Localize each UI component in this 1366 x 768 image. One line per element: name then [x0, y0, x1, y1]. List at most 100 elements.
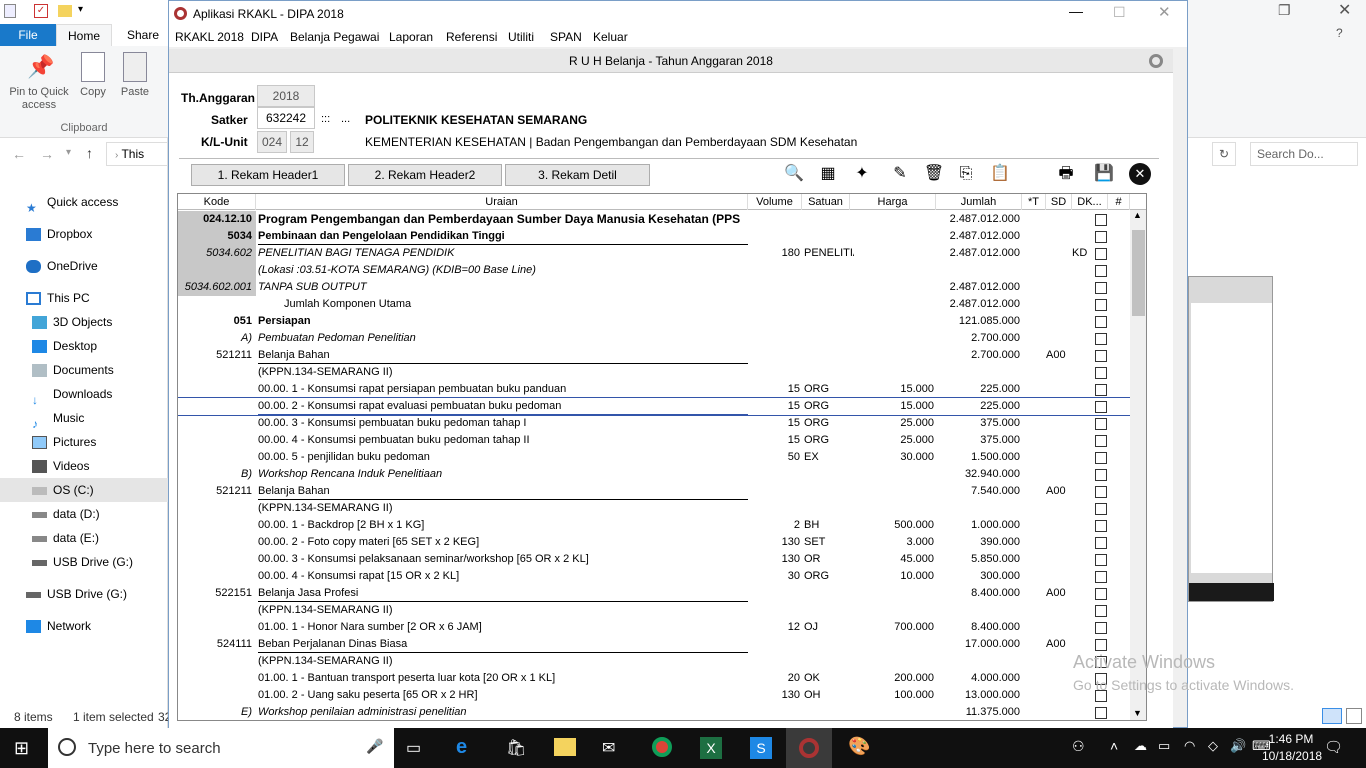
minimize-icon[interactable]: —	[1069, 3, 1083, 19]
nav-item-videos[interactable]: Videos	[0, 454, 168, 478]
row-checkbox[interactable]	[1095, 537, 1107, 549]
details-view-icon[interactable]	[1322, 708, 1342, 724]
start-windows-icon[interactable]: ⊞	[14, 738, 29, 759]
table-row[interactable]: 01.00. 1 - Honor Nara sumber [2 OR x 6 J…	[178, 619, 1144, 636]
row-checkbox[interactable]	[1095, 367, 1107, 379]
col-harga[interactable]: Harga	[850, 194, 936, 210]
row-checkbox[interactable]	[1095, 486, 1107, 498]
recent-dropdown-icon[interactable]: ▾	[66, 147, 71, 158]
row-checkbox[interactable]	[1095, 435, 1107, 447]
table-row[interactable]: E) Workshop penilaian administrasi peneli…	[178, 704, 1144, 720]
nav-item-usb-g[interactable]: USB Drive (G:)	[0, 550, 168, 574]
form-close-icon[interactable]	[1149, 54, 1163, 68]
rekam-detil-button[interactable]: 3. Rekam Detil	[505, 164, 650, 186]
checkmark-icon[interactable]: ✓	[34, 4, 48, 18]
satker-field[interactable]: 632242	[257, 107, 315, 129]
menu-referensi[interactable]: Referensi	[446, 27, 497, 47]
menu-belanja-pegawai[interactable]: Belanja Pegawai	[290, 27, 379, 47]
tab-share[interactable]: Share	[118, 24, 168, 46]
search-input[interactable]: Search Do...	[1250, 142, 1358, 166]
skype-icon[interactable]: S	[750, 737, 772, 759]
menu-laporan[interactable]: Laporan	[389, 27, 433, 47]
paste-button[interactable]: Paste	[118, 52, 152, 99]
edge-icon[interactable]: e	[456, 736, 467, 759]
th-anggaran-field[interactable]: 2018	[257, 85, 315, 107]
rkakl-taskbar-button[interactable]	[786, 728, 832, 768]
menu-rkakl-2018[interactable]: RKAKL 2018	[175, 27, 244, 47]
row-checkbox[interactable]	[1095, 384, 1107, 396]
nav-item-desktop[interactable]: Desktop	[0, 334, 168, 358]
table-row[interactable]: 522151Belanja Jasa Profesi8.400.000A0023	[178, 585, 1144, 602]
scrollbar-thumb[interactable]	[1132, 230, 1145, 316]
tab-file[interactable]: File	[0, 24, 56, 46]
rekam-header1-button[interactable]: 1. Rekam Header1	[191, 164, 345, 186]
clock-time[interactable]: 1:46 PM	[1262, 732, 1320, 746]
table-row[interactable]: 5034 Pembinaan dan Pengelolaan Pendidikan…	[178, 228, 1144, 245]
row-checkbox[interactable]	[1095, 299, 1107, 311]
table-row[interactable]: (KPPN.134-SEMARANG II)27	[178, 653, 1144, 670]
table-row[interactable]: (Lokasi :03.51-KOTA SEMARANG) (KDIB=00 B…	[178, 262, 1144, 279]
nav-item-music[interactable]: ♪ Music	[0, 406, 168, 431]
address-input[interactable]: › This	[106, 142, 168, 166]
table-row[interactable]: 00.00. 4 - Konsumsi pembuatan buku pedom…	[178, 432, 1144, 449]
row-checkbox[interactable]	[1095, 452, 1107, 464]
magic-wand-icon[interactable]: ✦	[851, 163, 873, 185]
maximize-icon[interactable]: ☐	[1113, 4, 1126, 21]
wifi-icon[interactable]: ◠	[1184, 738, 1195, 754]
people-icon[interactable]: ⚇	[1072, 738, 1085, 755]
taskbar-search-box[interactable]: Type here to search 🎤	[48, 728, 394, 768]
cloud-sync-icon[interactable]: ☁	[1134, 738, 1147, 754]
nav-item-network[interactable]: Network	[0, 614, 168, 638]
row-checkbox[interactable]	[1095, 639, 1107, 651]
col-volume[interactable]: Volume	[748, 194, 802, 210]
col-uraian[interactable]: Uraian	[256, 194, 748, 210]
row-checkbox[interactable]	[1095, 622, 1107, 634]
menu-keluar[interactable]: Keluar	[593, 27, 628, 47]
nav-item-usb-g-root[interactable]: USB Drive (G:)	[0, 582, 168, 606]
row-checkbox[interactable]	[1095, 350, 1107, 362]
rekam-header2-button[interactable]: 2. Rekam Header2	[348, 164, 502, 186]
row-checkbox[interactable]	[1095, 520, 1107, 532]
table-row[interactable]: 00.00. 1 - Backdrop [2 BH x 1 KG] 2 BH 500.…	[178, 517, 1144, 534]
nav-item-downloads[interactable]: ↓ Downloads	[0, 382, 168, 407]
paste-icon[interactable]: 📋	[989, 163, 1011, 185]
table-row[interactable]: 00.00. 1 - Konsumsi rapat persiapan pemb…	[178, 381, 1144, 398]
table-row[interactable]: 00.00. 4 - Konsumsi rapat [15 OR x 2 KL]…	[178, 568, 1144, 585]
large-icons-view-icon[interactable]	[1346, 708, 1362, 724]
close-icon[interactable]: ✕	[1158, 3, 1171, 21]
clock-date[interactable]: 10/18/2018	[1262, 749, 1322, 763]
excel-icon[interactable]: X	[700, 737, 722, 759]
chrome-icon[interactable]	[652, 737, 672, 757]
satker-lookup-button[interactable]: ...	[341, 113, 350, 125]
table-row[interactable]: 00.00. 2 - Foto copy materi [65 SET x 2 …	[178, 534, 1144, 551]
row-checkbox[interactable]	[1095, 588, 1107, 600]
delete-icon[interactable]: 🗑	[923, 163, 945, 185]
row-checkbox[interactable]	[1095, 248, 1107, 260]
row-checkbox[interactable]	[1095, 231, 1107, 243]
col-jumlah[interactable]: Jumlah	[936, 194, 1022, 210]
calculator-icon[interactable]: ▦	[817, 163, 839, 185]
file-explorer-icon[interactable]	[554, 738, 576, 756]
table-row[interactable]: 521211Belanja Bahan2.700.000A009	[178, 347, 1144, 364]
nav-item-documents[interactable]: Documents	[0, 358, 168, 382]
table-row[interactable]: (KPPN.134-SEMARANG II)10	[178, 364, 1144, 381]
nav-item-3d-objects[interactable]: 3D Objects	[0, 310, 168, 334]
paint-icon[interactable]: 🎨	[848, 736, 870, 757]
task-view-icon[interactable]: ▭	[406, 738, 421, 758]
row-checkbox[interactable]	[1095, 554, 1107, 566]
row-checkbox[interactable]	[1095, 503, 1107, 515]
notifications-icon[interactable]: 🗨	[1324, 738, 1343, 756]
table-row[interactable]: Jumlah Komponen Utama2.487.012.0006	[178, 296, 1144, 313]
col-t[interactable]: *T	[1022, 194, 1046, 210]
pin-to-quick-access-button[interactable]: 📌 Pin to Quick access	[4, 52, 74, 112]
row-checkbox[interactable]	[1095, 265, 1107, 277]
col-kode[interactable]: Kode	[178, 194, 256, 210]
nav-item-dropbox[interactable]: Dropbox	[0, 222, 168, 246]
store-icon[interactable]: 🛍	[506, 738, 526, 758]
row-checkbox[interactable]	[1095, 571, 1107, 583]
row-checkbox[interactable]	[1095, 707, 1107, 719]
unit-field[interactable]: 12	[290, 131, 314, 153]
row-checkbox[interactable]	[1095, 333, 1107, 345]
table-row[interactable]: (KPPN.134-SEMARANG II)18	[178, 500, 1144, 517]
table-row[interactable]: 051Persiapan121.085.0007	[178, 313, 1144, 330]
